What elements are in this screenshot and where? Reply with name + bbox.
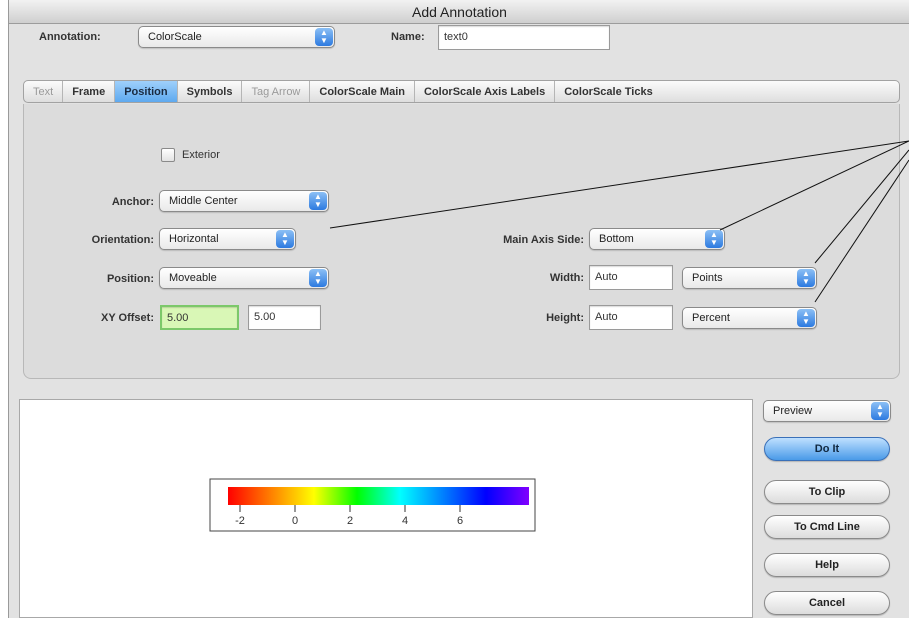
exterior-checkbox[interactable] bbox=[161, 148, 175, 162]
popup-arrows-icon: ▲ ▼ bbox=[309, 192, 327, 210]
colorscale-tick-label: 6 bbox=[457, 515, 463, 527]
to-cmd-line-button[interactable]: To Cmd Line bbox=[764, 515, 890, 539]
main-axis-side-popup[interactable]: Bottom ▲ ▼ bbox=[589, 228, 725, 250]
colorscale-tick-label: 0 bbox=[292, 515, 298, 527]
position-value: Moveable bbox=[169, 272, 217, 284]
help-button[interactable]: Help bbox=[764, 553, 890, 577]
main-axis-side-label: Main Axis Side: bbox=[503, 234, 584, 246]
to-clip-button[interactable]: To Clip bbox=[764, 480, 890, 504]
annotation-preview: -2 0 2 4 6 bbox=[19, 399, 753, 618]
cancel-button[interactable]: Cancel bbox=[764, 591, 890, 615]
width-units-value: Points bbox=[692, 272, 723, 284]
popup-arrows-icon: ▲ ▼ bbox=[276, 230, 294, 248]
width-input[interactable]: Auto bbox=[589, 265, 673, 290]
do-it-button[interactable]: Do It bbox=[764, 437, 890, 461]
exterior-label: Exterior bbox=[182, 149, 220, 161]
popup-arrows-icon: ▲ ▼ bbox=[871, 402, 889, 420]
tab-tag-arrow[interactable]: Tag Arrow bbox=[242, 81, 311, 102]
window-title: Add Annotation bbox=[9, 0, 909, 24]
width-label: Width: bbox=[549, 272, 584, 284]
popup-arrows-icon: ▲ ▼ bbox=[797, 269, 815, 287]
anchor-popup[interactable]: Middle Center ▲ ▼ bbox=[159, 190, 329, 212]
tab-position[interactable]: Position bbox=[115, 81, 178, 102]
colorscale-bar bbox=[228, 487, 529, 505]
width-units-popup[interactable]: Points ▲ ▼ bbox=[682, 267, 817, 289]
height-label: Height: bbox=[546, 312, 584, 324]
tab-colorscale-main[interactable]: ColorScale Main bbox=[310, 81, 415, 102]
height-units-value: Percent bbox=[692, 312, 730, 324]
height-input[interactable]: Auto bbox=[589, 305, 673, 330]
colorscale-tick-label: 4 bbox=[402, 515, 408, 527]
tab-text[interactable]: Text bbox=[24, 81, 64, 102]
tab-bar: Text Frame Position Symbols Tag Arrow Co… bbox=[23, 80, 900, 103]
name-label: Name: bbox=[391, 31, 425, 43]
name-input[interactable]: text0 bbox=[438, 25, 610, 50]
annotation-type-value: ColorScale bbox=[148, 31, 202, 43]
tab-colorscale-ticks[interactable]: ColorScale Ticks bbox=[555, 81, 661, 102]
annotation-type-popup[interactable]: ColorScale ▲ ▼ bbox=[138, 26, 335, 48]
orientation-label: Orientation: bbox=[91, 234, 154, 246]
popup-arrows-icon: ▲ ▼ bbox=[315, 28, 333, 46]
add-annotation-window: Add Annotation Annotation: ColorScale ▲ ▼… bbox=[8, 0, 909, 618]
main-axis-side-value: Bottom bbox=[599, 233, 634, 245]
tab-symbols[interactable]: Symbols bbox=[178, 81, 243, 102]
tab-colorscale-axis-labels[interactable]: ColorScale Axis Labels bbox=[415, 81, 556, 102]
y-offset-input[interactable]: 5.00 bbox=[248, 305, 321, 330]
tab-frame[interactable]: Frame bbox=[63, 81, 116, 102]
anchor-value: Middle Center bbox=[169, 195, 238, 207]
popup-arrows-icon: ▲ ▼ bbox=[797, 309, 815, 327]
colorscale-preview: -2 0 2 4 6 bbox=[209, 478, 536, 532]
position-label: Position: bbox=[106, 273, 154, 285]
position-popup[interactable]: Moveable ▲ ▼ bbox=[159, 267, 329, 289]
colorscale-tick-label: -2 bbox=[235, 515, 245, 527]
annotation-label: Annotation: bbox=[39, 31, 101, 43]
popup-arrows-icon: ▲ ▼ bbox=[705, 230, 723, 248]
orientation-popup[interactable]: Horizontal ▲ ▼ bbox=[159, 228, 296, 250]
anchor-label: Anchor: bbox=[111, 196, 154, 208]
output-mode-popup[interactable]: Preview ▲ ▼ bbox=[763, 400, 891, 422]
height-units-popup[interactable]: Percent ▲ ▼ bbox=[682, 307, 817, 329]
popup-arrows-icon: ▲ ▼ bbox=[309, 269, 327, 287]
colorscale-tick-label: 2 bbox=[347, 515, 353, 527]
output-mode-value: Preview bbox=[773, 405, 813, 417]
xy-offset-label: XY Offset: bbox=[101, 312, 154, 324]
orientation-value: Horizontal bbox=[169, 233, 219, 245]
x-offset-input[interactable]: 5.00 bbox=[160, 305, 239, 330]
